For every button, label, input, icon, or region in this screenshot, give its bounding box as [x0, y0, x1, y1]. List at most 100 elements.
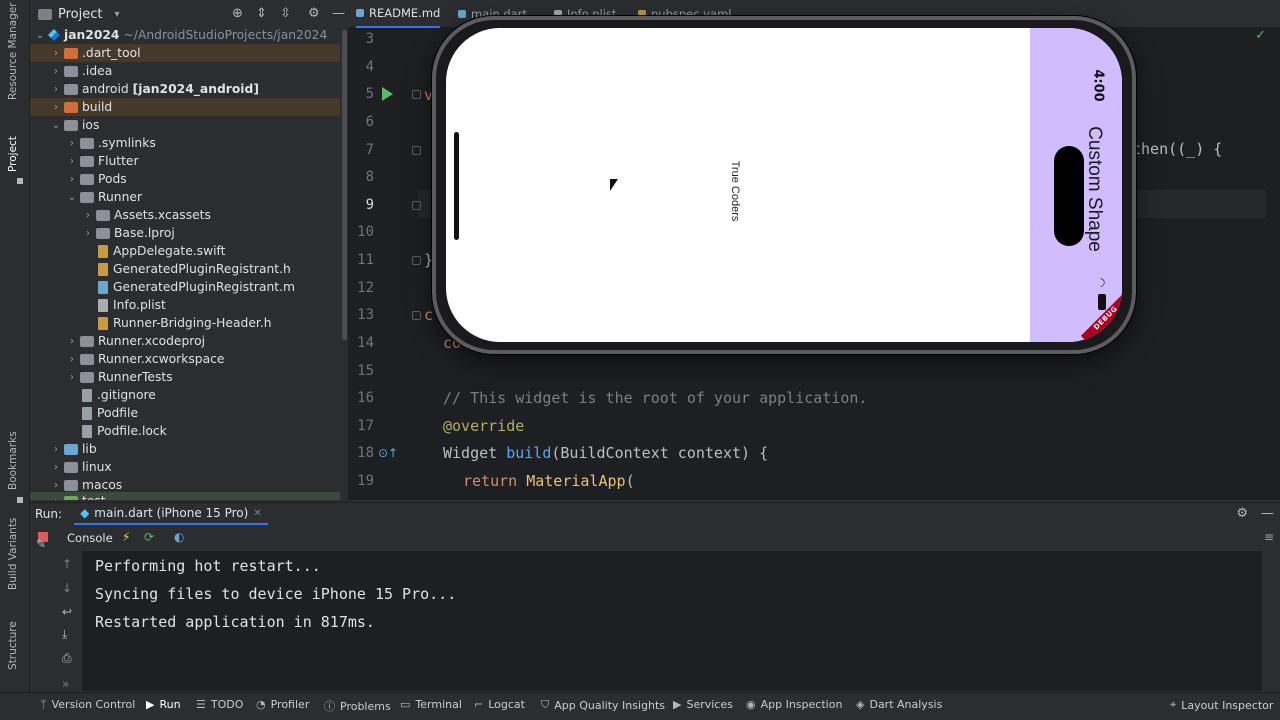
project-tool-tab[interactable]: Project: [7, 136, 19, 172]
tree-item-runnertests[interactable]: › RunnerTests: [30, 368, 340, 386]
fold-icon[interactable]: [412, 146, 421, 155]
run-tool-tab[interactable]: ▶ Run: [146, 698, 181, 711]
hot-restart-icon[interactable]: ⟳: [144, 530, 154, 544]
close-icon[interactable]: ✕: [253, 508, 261, 519]
run-main-icon[interactable]: [382, 87, 393, 101]
structure-tab[interactable]: Structure: [7, 621, 19, 670]
chevron-right-icon[interactable]: ›: [66, 138, 78, 149]
chevron-right-icon[interactable]: ›: [82, 210, 94, 221]
fold-icon[interactable]: [412, 311, 421, 320]
chevron-down-icon[interactable]: ▾: [114, 9, 119, 20]
tree-item-xcodeproj[interactable]: › Runner.xcodeproj: [30, 332, 340, 350]
run-config-tab[interactable]: ◆ main.dart (iPhone 15 Pro) ✕: [74, 503, 268, 525]
app-inspection-tab[interactable]: ◉ App Inspection: [746, 698, 842, 711]
tree-item-dart-tool[interactable]: › .dart_tool: [30, 44, 340, 62]
resource-manager-tab[interactable]: Resource Manager: [7, 2, 19, 100]
editor-scrollbar[interactable]: [1266, 28, 1280, 500]
inspection-ok-icon[interactable]: ✓: [1255, 28, 1266, 43]
tree-item-ios[interactable]: ⌄ ios: [30, 116, 340, 134]
fold-icon[interactable]: [412, 256, 421, 265]
dart-analysis-tab[interactable]: ◈ Dart Analysis: [856, 698, 942, 711]
chevron-right-icon[interactable]: ›: [50, 102, 62, 113]
todo-tab[interactable]: ☰ TODO: [196, 698, 243, 711]
tree-item-linux[interactable]: › linux: [30, 458, 340, 476]
tree-item-podfile-lock[interactable]: Podfile.lock: [30, 422, 340, 440]
tab-readme[interactable]: README.md: [356, 0, 441, 28]
chevron-down-icon[interactable]: ⌄: [66, 192, 78, 203]
tree-root[interactable]: ⌄ jan2024 ~/AndroidStudioProjects/jan202…: [30, 26, 340, 44]
expand-all-icon[interactable]: ⇕: [256, 6, 267, 21]
tree-item-xcworkspace[interactable]: › Runner.xcworkspace: [30, 350, 340, 368]
services-tab[interactable]: ▶ Services: [673, 698, 733, 711]
hide-icon[interactable]: —: [332, 6, 345, 21]
gear-icon[interactable]: ⚙: [1236, 506, 1248, 521]
override-gutter-icon[interactable]: ⊙↑: [378, 446, 398, 460]
tree-item-podfile[interactable]: Podfile: [30, 404, 340, 422]
scroll-up-icon[interactable]: ↑: [62, 557, 72, 571]
tree-item-runner[interactable]: ⌄ Runner: [30, 188, 340, 206]
locate-icon[interactable]: ⊕: [232, 6, 243, 21]
hide-icon[interactable]: —: [1261, 506, 1274, 521]
chevron-right-icon[interactable]: ›: [50, 48, 62, 59]
layout-inspector-tab[interactable]: ⌖ Layout Inspector: [1170, 698, 1273, 712]
chevron-right-icon[interactable]: ›: [66, 336, 78, 347]
problems-tab[interactable]: ⓘ Problems: [324, 698, 391, 714]
hot-reload-icon[interactable]: ⚡: [122, 530, 130, 544]
project-view-selector[interactable]: Project: [58, 7, 102, 22]
tree-item-bridging-header[interactable]: Runner-Bridging-Header.h: [30, 314, 340, 332]
tree-item-idea[interactable]: › .idea: [30, 62, 340, 80]
chevron-right-icon[interactable]: ›: [50, 84, 62, 95]
bookmark-icon[interactable]: [17, 497, 23, 503]
console-output[interactable]: Performing hot restart... Syncing files …: [82, 551, 1262, 691]
chevron-right-icon[interactable]: ›: [50, 462, 62, 473]
bookmarks-tab[interactable]: Bookmarks: [7, 431, 19, 490]
terminal-tab[interactable]: ▭ Terminal: [400, 698, 462, 711]
chevron-down-icon[interactable]: ⌄: [34, 30, 46, 41]
expand-icon[interactable]: »: [62, 677, 69, 691]
chevron-right-icon[interactable]: ›: [82, 228, 94, 239]
collapse-all-icon[interactable]: ⇳: [280, 6, 291, 21]
tree-item-lib[interactable]: › lib: [30, 440, 340, 458]
fold-icon[interactable]: [412, 201, 421, 210]
print-icon[interactable]: ⎙: [62, 651, 72, 666]
chevron-right-icon[interactable]: ›: [66, 174, 78, 185]
tree-item-symlinks[interactable]: › .symlinks: [30, 134, 340, 152]
tree-item-test[interactable]: › test: [30, 492, 340, 500]
home-indicator[interactable]: [454, 132, 459, 240]
devtools-icon[interactable]: ◐: [174, 530, 184, 544]
tree-item-pods[interactable]: › Pods: [30, 170, 340, 188]
tree-item-plugin-registrant-m[interactable]: GeneratedPluginRegistrant.m: [30, 278, 340, 296]
more-icon[interactable]: ≡: [1264, 530, 1274, 544]
console-tab[interactable]: Console: [67, 531, 113, 545]
soft-wrap-icon[interactable]: ↩: [62, 605, 72, 619]
logcat-tab[interactable]: ⌐ Logcat: [474, 698, 525, 711]
chevron-down-icon[interactable]: ⌄: [50, 120, 62, 131]
chevron-right-icon[interactable]: ›: [50, 480, 62, 491]
tree-item-assets[interactable]: › Assets.xcassets: [30, 206, 340, 224]
gear-icon[interactable]: ⚙: [308, 6, 320, 21]
tree-item-base-lproj[interactable]: › Base.lproj: [30, 224, 340, 242]
chevron-right-icon[interactable]: ›: [50, 66, 62, 77]
chevron-right-icon[interactable]: ›: [50, 496, 62, 501]
tree-item-build[interactable]: › build: [30, 98, 340, 116]
project-tool-icon[interactable]: [17, 178, 23, 184]
tree-item-android[interactable]: › android [jan2024_android]: [30, 80, 340, 98]
chevron-right-icon[interactable]: ›: [66, 354, 78, 365]
pin-icon[interactable]: ✎: [36, 537, 46, 551]
tree-item-info-plist[interactable]: Info.plist: [30, 296, 340, 314]
version-control-tab[interactable]: ᛘ Version Control: [40, 698, 135, 711]
chevron-right-icon[interactable]: ›: [50, 444, 62, 455]
project-scrollbar[interactable]: [342, 30, 347, 340]
tree-item-flutter[interactable]: › Flutter: [30, 152, 340, 170]
scroll-down-icon[interactable]: ↓: [62, 581, 72, 595]
app-quality-insights-tab[interactable]: ⛉ App Quality Insights: [541, 698, 665, 712]
chevron-right-icon[interactable]: ›: [66, 372, 78, 383]
build-variants-tab[interactable]: Build Variants: [7, 518, 19, 590]
profiler-tab[interactable]: ◔ Profiler: [256, 698, 309, 711]
scroll-to-end-icon[interactable]: ⤓: [62, 627, 67, 642]
simulator-screen[interactable]: True Coders 4:00 Custom Shape ◠ DEBUG: [446, 28, 1122, 342]
tree-item-appdelegate[interactable]: AppDelegate.swift: [30, 242, 340, 260]
tree-item-plugin-registrant-h[interactable]: GeneratedPluginRegistrant.h: [30, 260, 340, 278]
chevron-right-icon[interactable]: ›: [66, 156, 78, 167]
fold-icon[interactable]: [412, 90, 421, 99]
